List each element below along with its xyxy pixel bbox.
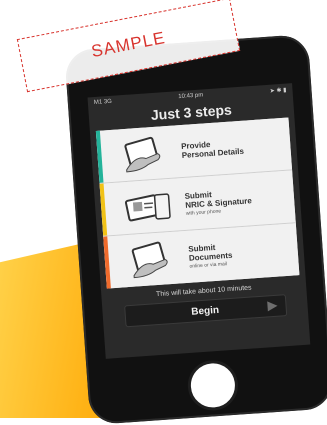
step-text: Submit Documents online or via mail xyxy=(188,241,233,269)
begin-button[interactable]: Begin xyxy=(123,294,287,328)
status-icons: ➤ ✱ ▮ xyxy=(270,86,287,94)
hand-card-icon xyxy=(118,185,179,229)
step-accent-bar xyxy=(99,183,108,236)
step-text: Provide Personal Details xyxy=(181,138,244,160)
hand-tablet-icon xyxy=(114,132,175,176)
arrow-right-icon xyxy=(266,300,278,312)
begin-label: Begin xyxy=(190,304,220,318)
step-text: Submit NRIC & Signature with your phone xyxy=(184,187,252,217)
time-label: 10:43 pm xyxy=(178,92,204,101)
hand-document-icon xyxy=(122,237,183,281)
step-accent-bar xyxy=(103,236,111,289)
home-button[interactable] xyxy=(186,358,240,413)
location-icon: ➤ xyxy=(269,87,276,95)
steps-panel: Provide Personal Details Submit NRIC & S… xyxy=(95,117,300,289)
battery-icon: ▮ xyxy=(282,87,287,94)
sample-stamp-text: SAMPLE xyxy=(89,28,168,61)
phone-device: M1 3G 10:43 pm ➤ ✱ ▮ Just 3 steps Provid… xyxy=(64,33,327,425)
phone-screen: M1 3G 10:43 pm ➤ ✱ ▮ Just 3 steps Provid… xyxy=(87,83,311,359)
step-accent-bar xyxy=(95,130,104,183)
carrier-label: M1 3G xyxy=(93,98,113,107)
bluetooth-icon: ✱ xyxy=(276,87,282,94)
